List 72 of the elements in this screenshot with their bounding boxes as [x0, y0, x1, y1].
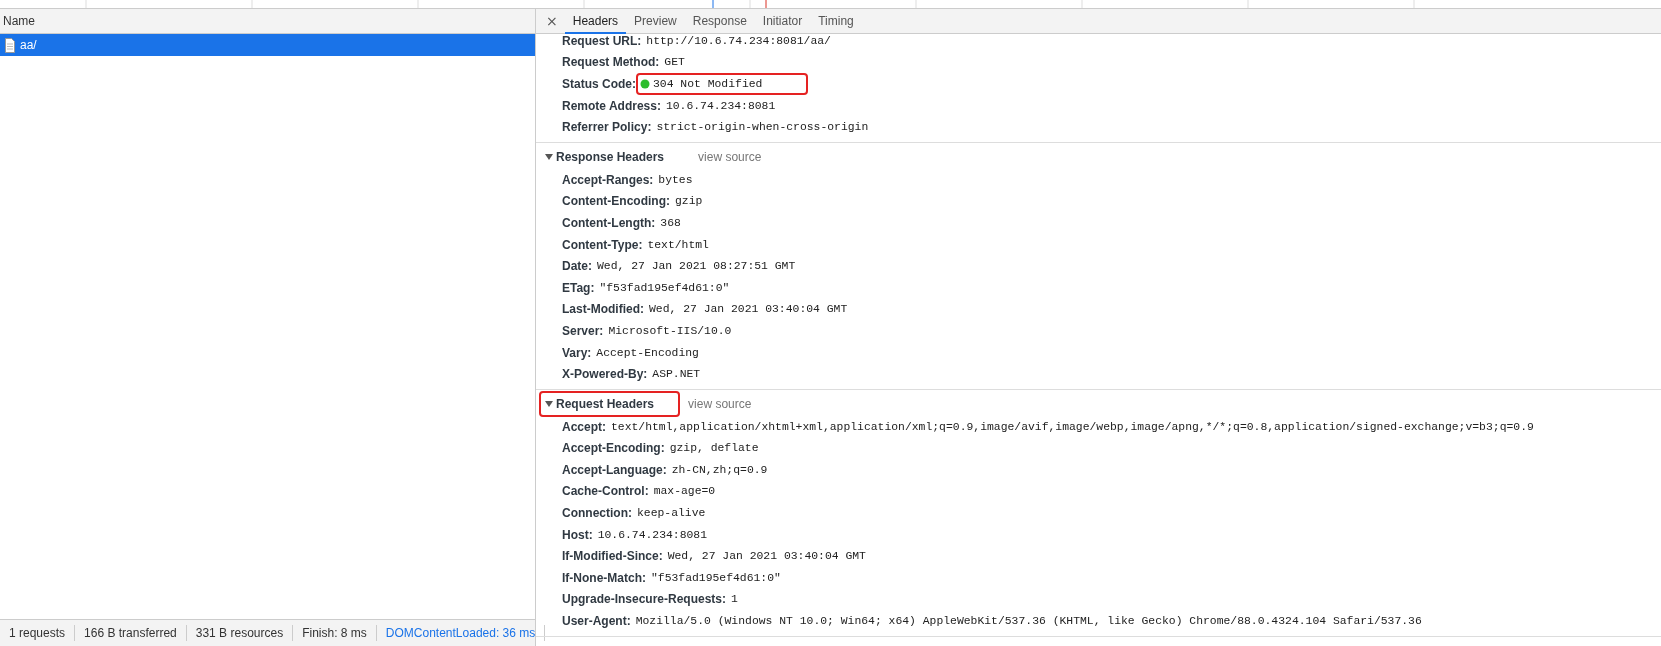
header-name: Server:	[562, 323, 604, 338]
header-value: 10.6.74.234:8081	[597, 528, 708, 541]
status-text: 166 B transferred	[75, 625, 187, 641]
header-value: ASP.NET	[652, 368, 701, 381]
header-value: text/html,application/xhtml+xml,application/xml;q=0.9,image/avif,image/webp,image/apng,*/*;q=0.8,application/signed-exchange;v=b3;q=0.9	[611, 420, 1534, 433]
field-label: Request Method:	[562, 55, 660, 70]
section-header[interactable]: Request Headers	[541, 392, 679, 415]
header-value: 368	[660, 216, 681, 229]
header-value: "f53fad195ef4d61:0"	[599, 281, 730, 294]
header-name: Content-Length:	[562, 215, 656, 230]
header-value: Accept-Encoding	[596, 346, 699, 359]
header-name: Accept:	[562, 419, 606, 434]
header-value: Wed, 27 Jan 2021 08:27:51 GMT	[597, 260, 796, 273]
header-name: Accept-Ranges:	[562, 172, 654, 187]
header-name: Connection:	[562, 506, 632, 521]
header-value: Microsoft-IIS/10.0	[608, 324, 732, 337]
header-value: Wed, 27 Jan 2021 03:40:04 GMT	[667, 550, 866, 563]
view-source-link[interactable]: view source	[698, 149, 762, 164]
field-value: GET	[664, 56, 685, 69]
status-link[interactable]: DOMContentLoaded: 36 ms	[376, 625, 546, 641]
header-name: Host:	[562, 527, 593, 542]
header-value: bytes	[658, 173, 693, 186]
field-value: 10.6.74.234:8081	[665, 99, 776, 112]
section-header[interactable]: Response Headers	[541, 145, 689, 168]
header-name: Accept-Encoding:	[562, 441, 665, 456]
field-value: strict-origin-when-cross-origin	[656, 121, 869, 134]
request-name: aa/	[20, 38, 37, 52]
status-text: 1 requests	[0, 625, 76, 641]
field-label: Status Code:	[562, 77, 636, 91]
request-row[interactable]: aa/	[0, 34, 535, 56]
status-text: Finish: 8 ms	[293, 625, 377, 641]
header-name: User-Agent:	[562, 614, 631, 629]
status-text: 331 B resources	[186, 625, 294, 641]
header-value: text/html	[647, 238, 709, 251]
field-label: Referrer Policy:	[562, 120, 652, 135]
header-name: If-None-Match:	[562, 570, 646, 585]
triangle-icon	[545, 399, 553, 408]
header-value: gzip, deflate	[669, 442, 759, 455]
header-name: Vary:	[562, 345, 592, 360]
header-value: Wed, 27 Jan 2021 03:40:04 GMT	[649, 303, 848, 316]
tab[interactable]: Headers	[564, 9, 627, 34]
header-name: Content-Encoding:	[562, 194, 670, 209]
column-header[interactable]: Name	[3, 14, 35, 28]
header-value: zh-CN,zh;q=0.9	[671, 463, 768, 476]
field-label: Remote Address:	[562, 98, 661, 113]
field-value: http://10.6.74.234:8081/aa/	[646, 34, 831, 47]
header-value: "f53fad195ef4d61:0"	[651, 571, 781, 584]
close-button[interactable]: ×	[539, 9, 565, 33]
header-name: Cache-Control:	[562, 484, 649, 499]
tab[interactable]: Timing	[810, 9, 862, 34]
header-value: Mozilla/5.0 (Windows NT 10.0; Win64; x64) AppleWebKit/537.36 (KHTML, like Gecko) Chrome/88.0.4324.104 Safari/537.36	[635, 615, 1422, 628]
header-name: Last-Modified:	[562, 302, 644, 317]
header-name: X-Powered-By:	[562, 367, 648, 382]
view-source-link[interactable]: view source	[688, 396, 752, 411]
tab[interactable]: Preview	[626, 9, 685, 34]
triangle-icon	[545, 152, 553, 161]
document-icon	[5, 37, 15, 53]
header-value: gzip	[675, 195, 703, 208]
field-value: 304 Not Modified	[653, 78, 763, 90]
header-name: Upgrade-Insecure-Requests:	[562, 592, 727, 607]
field-label: Request URL:	[562, 33, 642, 48]
header-value: keep-alive	[637, 507, 706, 520]
header-value: 1	[731, 593, 738, 606]
header-name: Accept-Language:	[562, 462, 667, 477]
header-value: max-age=0	[653, 485, 716, 498]
header-name: Date:	[562, 259, 592, 274]
header-name: If-Modified-Since:	[562, 549, 663, 564]
tab[interactable]: Response	[684, 9, 755, 34]
header-name: ETag:	[562, 280, 595, 295]
header-name: Content-Type:	[562, 237, 643, 252]
status-dot-icon	[640, 79, 650, 89]
tab[interactable]: Initiator	[754, 9, 811, 34]
